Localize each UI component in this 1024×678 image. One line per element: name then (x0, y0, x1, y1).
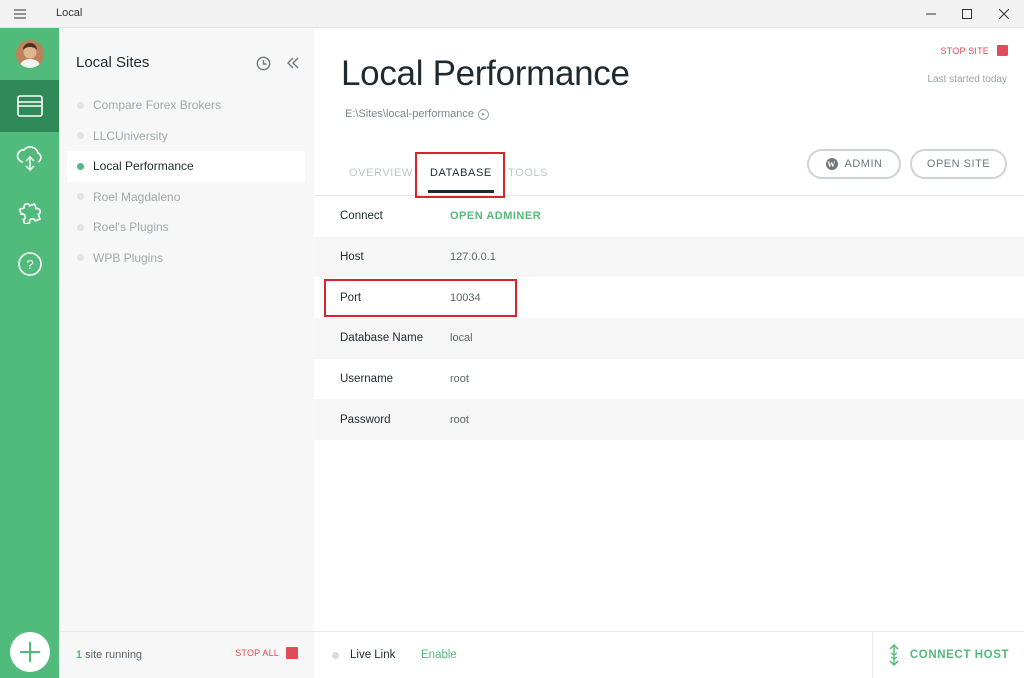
connect-host-label: CONNECT HOST (909, 649, 1010, 661)
row-value: 127.0.0.1 (450, 251, 496, 264)
highlight-box (415, 152, 505, 198)
running-text: site running (82, 649, 143, 661)
add-site-button[interactable] (10, 632, 50, 672)
status-dot (77, 101, 84, 109)
site-detail: STOP SITE Local Performance Last started… (314, 28, 1024, 678)
stop-icon (997, 45, 1008, 56)
table-row: Database Name local (314, 318, 1024, 359)
avatar[interactable] (16, 40, 44, 68)
plus-icon (20, 642, 40, 662)
connect-arrows-icon (889, 644, 899, 666)
nav-rail: ? (0, 28, 59, 678)
maximize-icon[interactable] (950, 0, 984, 28)
connect-host-button[interactable]: CONNECT HOST (872, 632, 1024, 678)
site-item[interactable]: Local Performance (67, 151, 305, 182)
row-value: root (450, 413, 469, 426)
row-value: root (450, 373, 469, 386)
status-dot (77, 162, 84, 170)
row-value: local (450, 332, 473, 345)
tab-overview[interactable]: OVERVIEW (349, 167, 413, 193)
row-label: Host (340, 251, 364, 264)
arrow-right-icon: ▸ (478, 108, 489, 120)
collapse-sidebar-icon[interactable] (284, 54, 302, 72)
site-path[interactable]: E:\Sites\local-performance ▸ (345, 108, 489, 120)
rail-item-connect[interactable] (0, 132, 59, 184)
site-item[interactable]: Roel's Plugins (67, 212, 305, 243)
status-dot (77, 193, 84, 201)
rail-item-sites[interactable] (0, 80, 59, 132)
cloud-icon (16, 146, 42, 171)
highlight-box (324, 279, 517, 317)
stop-all-button[interactable]: STOP ALL (235, 647, 298, 659)
site-item-label: Roel's Plugins (93, 220, 169, 235)
sites-icon (16, 95, 43, 117)
rail-item-help[interactable]: ? (0, 238, 59, 290)
table-row: Username root (314, 359, 1024, 400)
status-dot (77, 132, 84, 140)
stop-icon (286, 647, 298, 659)
enable-live-link-button[interactable]: Enable (421, 649, 457, 661)
table-row: Connect OPEN ADMINER (314, 196, 1024, 237)
status-dot (77, 223, 84, 231)
live-link-label: Live Link (350, 649, 396, 661)
svg-text:?: ? (26, 257, 33, 272)
row-label: Username (340, 373, 394, 386)
site-item-label: WPB Plugins (93, 250, 164, 265)
site-item[interactable]: Compare Forex Brokers (67, 90, 305, 121)
site-item[interactable]: Roel Magdaleno (67, 182, 305, 213)
stop-site-label: STOP SITE (940, 45, 989, 56)
stop-all-label: STOP ALL (235, 648, 279, 658)
menu-icon[interactable] (0, 0, 40, 28)
sites-sidebar: Local Sites Compare Forex Brokers LLCUni… (59, 28, 314, 678)
close-icon[interactable] (987, 0, 1021, 28)
site-list: Compare Forex Brokers LLCUniversity Loca… (67, 90, 305, 273)
status-dot (77, 254, 84, 262)
open-adminer-link[interactable]: OPEN ADMINER (450, 210, 541, 222)
sidebar-title: Local Sites (76, 54, 150, 71)
sites-running-status: 1 site running (76, 649, 142, 661)
title-bar: Local (0, 0, 1024, 28)
database-info-table: Connect OPEN ADMINER Host 127.0.0.1 Port… (314, 196, 1024, 441)
minimize-icon[interactable] (914, 0, 948, 28)
site-item[interactable]: LLCUniversity (67, 121, 305, 152)
table-row: Host 127.0.0.1 (314, 236, 1024, 278)
site-item-label: Local Performance (93, 159, 194, 174)
site-path-text: E:\Sites\local-performance (345, 108, 474, 120)
site-item-label: LLCUniversity (93, 128, 168, 143)
tab-tools[interactable]: TOOLS (508, 167, 548, 193)
rail-item-addons[interactable] (0, 184, 59, 236)
site-footer: Live Link Enable CONNECT HOST (314, 631, 1024, 678)
site-item[interactable]: WPB Plugins (67, 243, 305, 274)
status-dot (332, 652, 339, 659)
row-label: Database Name (340, 332, 424, 345)
stop-site-button[interactable]: STOP SITE (941, 45, 1008, 56)
last-started-text: Last started today (927, 74, 1008, 85)
site-item-label: Roel Magdaleno (93, 189, 181, 204)
puzzle-icon (17, 202, 41, 224)
sidebar-footer: 1 site running STOP ALL (59, 631, 314, 678)
help-icon: ? (17, 252, 42, 276)
row-label: Connect (340, 210, 383, 223)
clock-icon[interactable] (254, 54, 272, 72)
table-row: Password root (314, 399, 1024, 441)
row-label: Password (340, 413, 391, 426)
window-title: Local (56, 7, 83, 19)
site-item-label: Compare Forex Brokers (93, 98, 222, 113)
page-title: Local Performance (341, 54, 630, 93)
